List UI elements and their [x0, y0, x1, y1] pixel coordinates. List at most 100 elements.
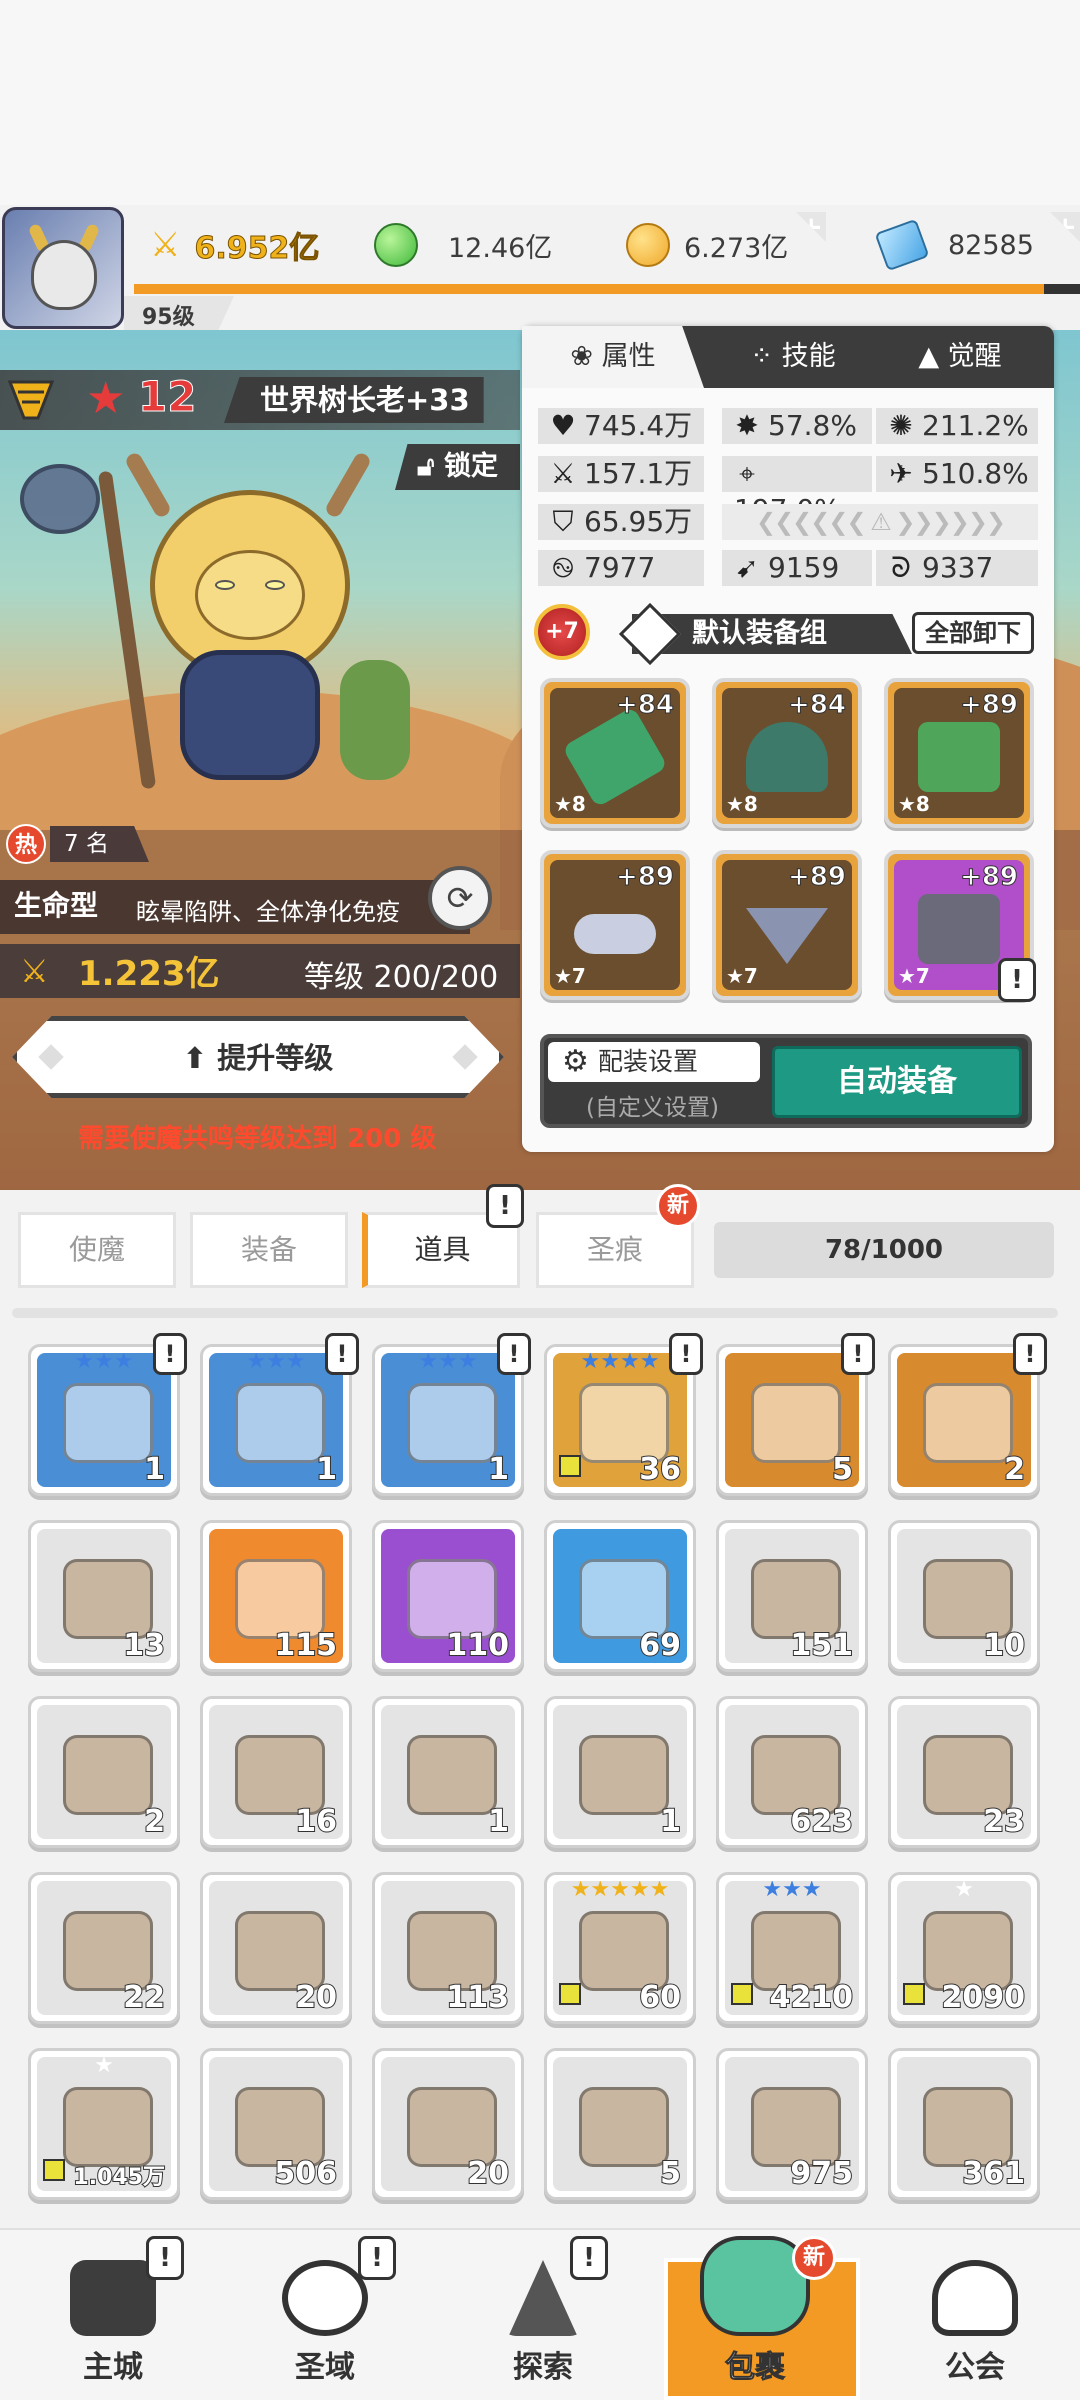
mech-boots-icon — [918, 894, 1000, 964]
item-stars: ★★★ — [74, 1353, 134, 1374]
alert-icon: ! — [146, 2236, 184, 2280]
item-count: 151 — [789, 1627, 854, 1663]
inventory-item[interactable]: ★★★ 1! — [372, 1333, 531, 1496]
diamond-resource: 82585 — [874, 215, 1034, 275]
item-count: 1 — [487, 1803, 510, 1839]
green-helmet-icon — [746, 722, 828, 792]
new-badge: 新 — [656, 1184, 700, 1228]
inventory-item[interactable]: 69 — [544, 1520, 696, 1672]
lock-label: 锁定 — [443, 451, 498, 482]
equipment-slot-helmet[interactable]: +84 ★8 — [712, 678, 862, 828]
inventory-item[interactable]: ★★★ 1! — [28, 1333, 187, 1496]
inventory-item[interactable]: 16 — [200, 1696, 352, 1848]
inventory-item[interactable]: 110 — [372, 1520, 524, 1672]
item-count: 1.045万 — [72, 2164, 166, 2191]
red-scroll-icon — [407, 1735, 497, 1815]
gold-telescope-icon — [63, 1911, 153, 1991]
switch-hero-button[interactable]: ⟳ — [428, 866, 492, 930]
equipment-slot-armor[interactable]: +89 ★8 — [884, 678, 1034, 828]
player-level: 95级 — [142, 305, 195, 330]
inventory-item[interactable]: 975 — [716, 2048, 868, 2200]
gold-knight-bag-icon — [579, 1383, 669, 1463]
inventory-item[interactable]: 113 — [372, 1872, 524, 2024]
item-count: 110 — [445, 1627, 510, 1663]
blue-knight-bag-icon — [63, 1383, 153, 1463]
inventory-item[interactable]: 5 — [544, 2048, 696, 2200]
crystal-ball-icon — [923, 2087, 1013, 2167]
guild-emblem-icon — [932, 2260, 1018, 2336]
item-count: 5 — [659, 2155, 682, 2191]
inventory-item[interactable]: 10 — [888, 1520, 1040, 1672]
inventory-item[interactable]: 115 — [200, 1520, 352, 1672]
inventory-item[interactable]: 151 — [716, 1520, 868, 1672]
inventory-item[interactable]: 22 — [28, 1872, 180, 2024]
gold-value: 6.273亿 — [684, 232, 789, 264]
item-count: 115 — [273, 1627, 338, 1663]
loadout-settings-button[interactable]: ⚙ 配装设置 — [548, 1042, 760, 1082]
player-avatar[interactable] — [2, 207, 124, 329]
nav-guild[interactable]: 公会 — [900, 2250, 1050, 2400]
popularity-rank-value: 7 名 — [50, 826, 149, 862]
item-count: 4210 — [769, 1979, 854, 2015]
inventory-item[interactable]: 1 — [544, 1696, 696, 1848]
arrow-up-icon: ⬆ — [182, 1041, 208, 1075]
equipment-slot-necklace[interactable]: +89 ★7 — [540, 850, 690, 1000]
item-count: 2 — [1003, 1451, 1026, 1487]
purple-shard-icon — [923, 1911, 1013, 1991]
inventory-item[interactable]: 20 — [200, 1872, 352, 2024]
equipment-set-name: 默认装备组 — [692, 618, 827, 649]
new-badge: 新 — [792, 2236, 836, 2280]
inventory-item[interactable]: 1 — [372, 1696, 524, 1848]
inventory-item[interactable]: 361 — [888, 2048, 1040, 2200]
tab-skills[interactable]: ⁘ 技能 — [718, 326, 868, 388]
hero-character[interactable] — [97, 450, 380, 810]
locked-skill-icon[interactable] — [20, 464, 100, 534]
tier-badge-icon — [8, 380, 54, 420]
stat-crit: ✸ 57.8% — [722, 408, 872, 444]
lock-button[interactable]: 🔓︎ 锁定 — [395, 444, 520, 490]
stone-chest-icon — [63, 1559, 153, 1639]
inventory-item[interactable]: 506 — [200, 2048, 352, 2200]
blue-map-icon — [579, 1559, 669, 1639]
fragment-icon — [43, 2159, 65, 2181]
item-stars: ★★★★★ — [570, 1881, 670, 1902]
crimson-scroll-icon — [923, 1735, 1013, 1815]
tab-equipment[interactable]: 装备 — [190, 1212, 348, 1288]
inventory-item[interactable]: 13 — [28, 1520, 180, 1672]
inventory-item[interactable]: 20 — [372, 2048, 524, 2200]
wind-icon: ࿊ — [552, 551, 574, 584]
inventory-item[interactable]: ★★★★ 36! — [544, 1333, 703, 1496]
auto-equip-button[interactable]: 自动装备 — [772, 1046, 1022, 1118]
unlock-icon: 🔓︎ — [417, 451, 435, 482]
inventory-item[interactable]: ★ 2090 — [888, 1872, 1040, 2024]
inventory-item[interactable]: 623 — [716, 1696, 868, 1848]
upgrade-level-button[interactable]: ⬆ 提升等级 — [12, 1016, 504, 1098]
inventory-item[interactable]: 2 — [28, 1696, 180, 1848]
inventory-item[interactable]: 5! — [716, 1333, 875, 1496]
inventory-item[interactable]: 23 — [888, 1696, 1040, 1848]
unload-all-button[interactable]: 全部卸下 — [912, 612, 1034, 654]
tab-attributes[interactable]: ❀ 属性 — [522, 326, 704, 388]
equipment-slot-weapon[interactable]: +84 ★8 — [540, 678, 690, 828]
purple-scroll-icon — [63, 1735, 153, 1815]
fragment-icon — [559, 1983, 581, 2005]
tab-familiars[interactable]: 使魔 — [18, 1212, 176, 1288]
castle-icon — [70, 2260, 156, 2336]
equipment-slot-amulet[interactable]: +89 ★7 — [712, 850, 862, 1000]
item-stars: ★ — [94, 2057, 114, 2078]
set-bonus-badge[interactable]: +7 — [534, 604, 590, 660]
equipment-slot-boots[interactable]: +89 ★7! — [884, 850, 1036, 1002]
inventory-item[interactable]: ★ 1.045万 — [28, 2048, 180, 2200]
inventory-item[interactable]: ★★★ 1! — [200, 1333, 359, 1496]
inventory-item[interactable]: 2! — [888, 1333, 1047, 1496]
inventory-item[interactable]: ★★★★★ 60 — [544, 1872, 696, 2024]
green-gem-icon — [374, 223, 418, 267]
combat-power: ⚔ 6.952亿 — [150, 215, 320, 275]
popularity-rank[interactable]: 热 7 名 — [6, 822, 149, 866]
attribute-icon: ❀ — [570, 341, 594, 372]
white-map-icon — [751, 1559, 841, 1639]
gear-icon: ⚙ — [562, 1044, 589, 1079]
tab-awaken[interactable]: ▲ 觉醒 — [880, 326, 1040, 388]
item-count: 1 — [659, 1803, 682, 1839]
inventory-item[interactable]: ★★★ 4210 — [716, 1872, 868, 2024]
